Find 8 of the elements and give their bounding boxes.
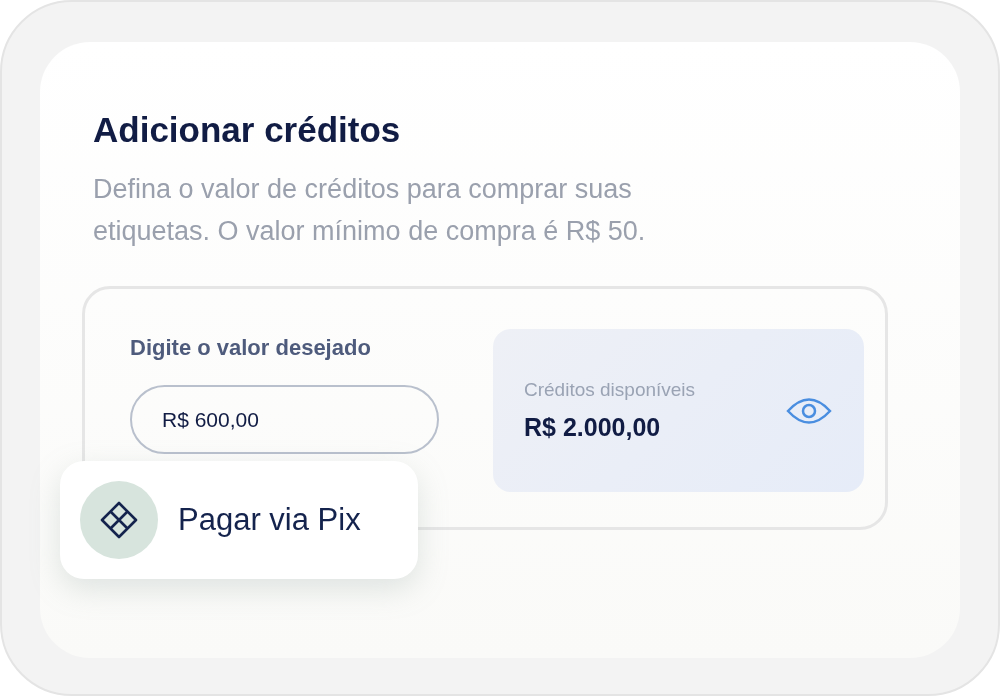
page-title: Adicionar créditos bbox=[93, 110, 402, 150]
balance-label: Créditos disponíveis bbox=[524, 379, 696, 401]
amount-field[interactable]: R$ 600,00 bbox=[130, 385, 439, 454]
eye-icon[interactable] bbox=[786, 395, 832, 426]
balance-value: R$ 2.000,00 bbox=[524, 413, 662, 442]
pay-pix-button[interactable]: Pagar via Pix bbox=[60, 461, 418, 579]
description: Defina o valor de créditos para comprar suas etiquetas. O valor mínimo de compra é R$ 50. bbox=[93, 173, 647, 248]
amount-label: Digite o valor desejado bbox=[130, 335, 372, 361]
